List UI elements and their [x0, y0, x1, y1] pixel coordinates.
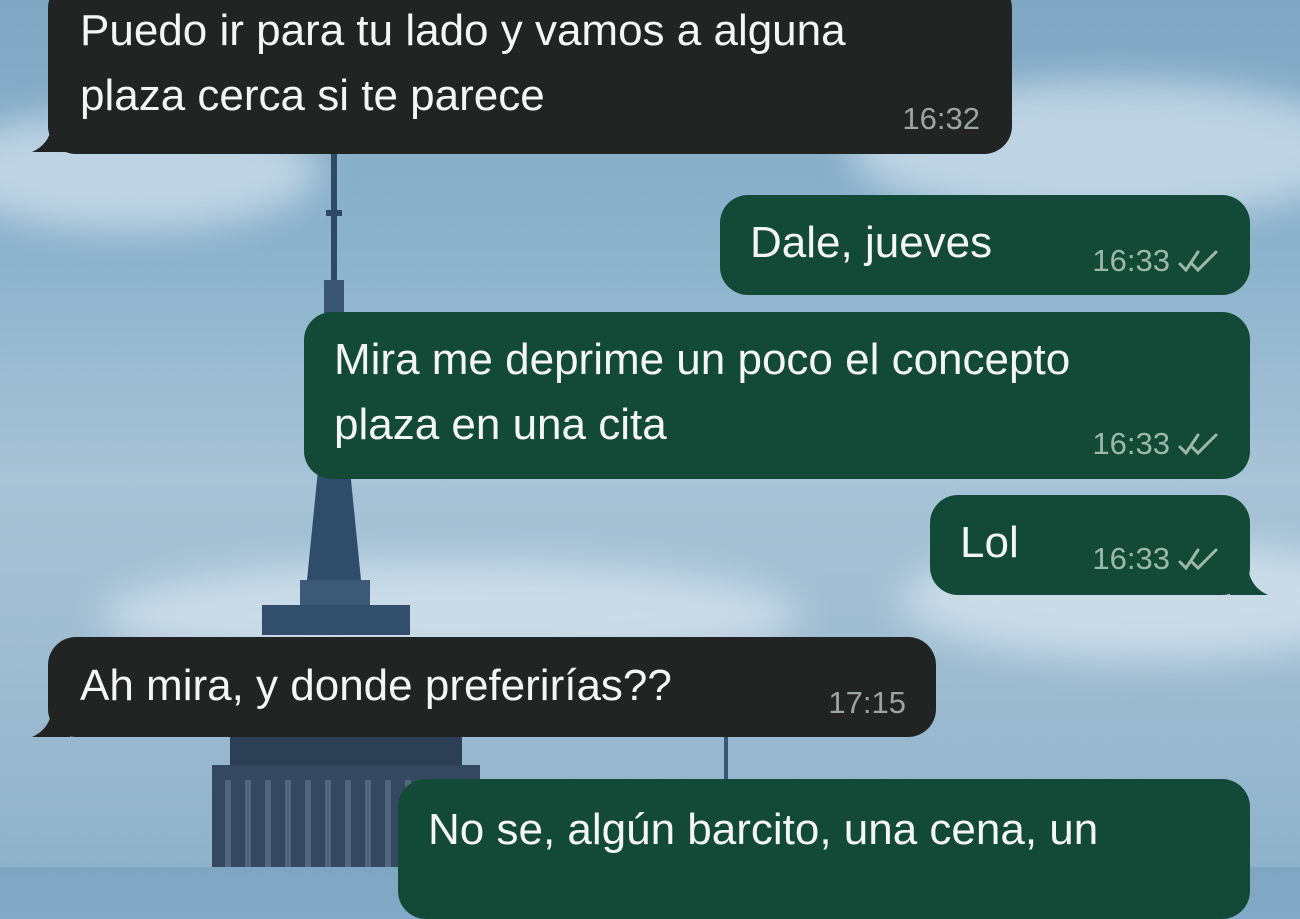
message-timestamp: 16:33	[1092, 541, 1170, 576]
message-timestamp: 16:32	[902, 101, 980, 136]
message-text-line: plaza cerca si te parece	[80, 71, 545, 120]
message-text-line: No se, algún barcito, una cena, un	[428, 805, 1099, 854]
message-timestamp: 16:33	[1092, 243, 1170, 278]
message-text-line: Ah mira, y donde preferirías??	[80, 661, 672, 710]
message-timestamp: 17:15	[828, 685, 906, 720]
message-text-line: Lol	[960, 518, 1019, 567]
message-timestamp: 16:33	[1092, 426, 1170, 461]
message-bubble-outgoing[interactable]: Mira me deprime un poco el concepto plaz…	[304, 312, 1250, 479]
message-bubble-outgoing[interactable]: No se, algún barcito, una cena, un	[398, 779, 1250, 919]
double-check-icon	[1178, 548, 1218, 571]
message-bubble-incoming[interactable]: Ah mira, y donde preferirías?? 17:15	[48, 637, 936, 737]
message-text-line: plaza en una cita	[334, 400, 667, 449]
message-text-line: Puedo ir para tu lado y vamos a alguna	[80, 6, 846, 55]
double-check-icon	[1178, 250, 1218, 273]
message-bubble-incoming[interactable]: Puedo ir para tu lado y vamos a alguna p…	[48, 0, 1012, 154]
outgoing-bubble-tail	[1230, 567, 1268, 595]
message-text-line: Mira me deprime un poco el concepto	[334, 335, 1071, 384]
message-bubble-outgoing[interactable]: Dale, jueves 16:33	[720, 195, 1250, 295]
message-bubble-outgoing[interactable]: Lol 16:33	[930, 495, 1250, 595]
double-check-icon	[1178, 433, 1218, 456]
message-text-line: Dale, jueves	[750, 218, 993, 267]
